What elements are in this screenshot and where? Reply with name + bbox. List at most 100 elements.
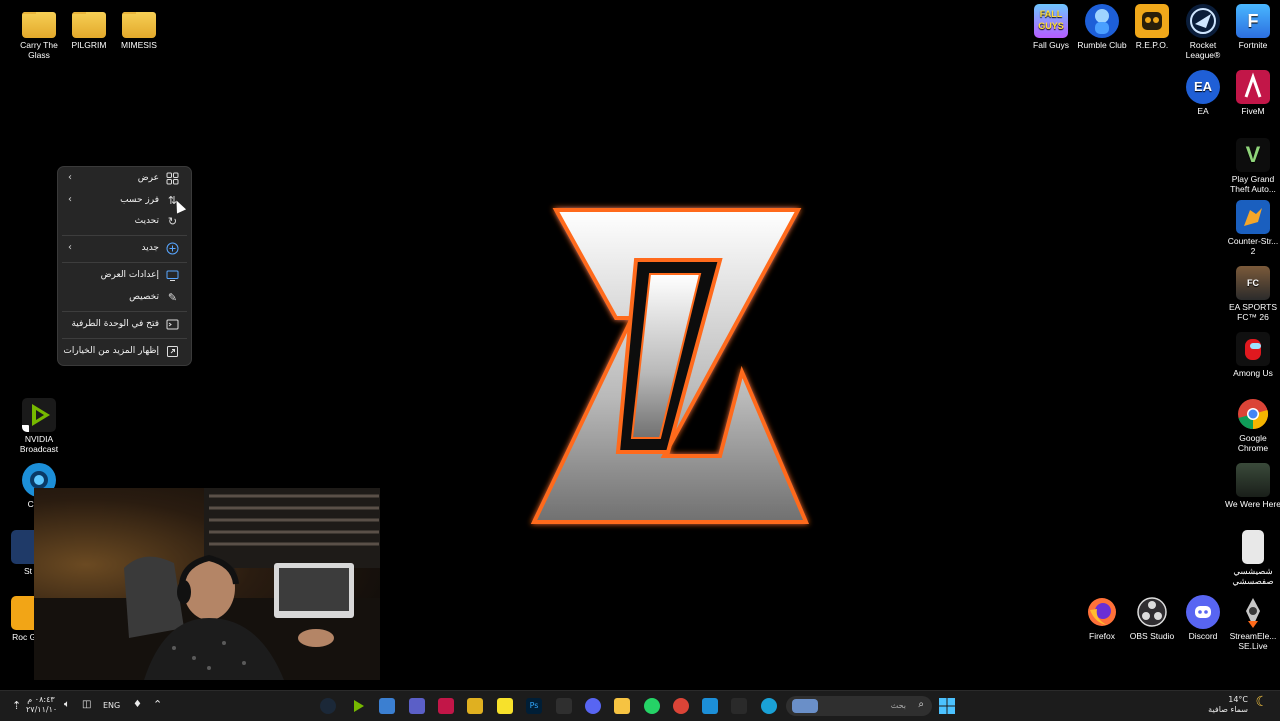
taskbar-search[interactable]: بحث ⌕ <box>786 696 932 716</box>
desktop-icon-carry-the-glass[interactable]: Carry The Glass <box>11 6 67 60</box>
display-icon <box>166 269 179 282</box>
photoshop-icon[interactable]: Ps <box>526 698 542 714</box>
desktop-icon-fivem[interactable]: FiveM <box>1225 70 1280 116</box>
desktop-icon-label: R.E.P.O. <box>1135 40 1169 50</box>
desktop-icon-discord[interactable]: Discord <box>1175 595 1231 641</box>
menu-separator <box>62 262 187 263</box>
gta-icon: V <box>1236 138 1270 172</box>
desktop-icon-label: EA SPORTS FC™ 26 <box>1228 302 1278 322</box>
app-icon[interactable] <box>467 698 483 714</box>
sticky-notes-icon[interactable] <box>497 698 513 714</box>
desktop-icon-firefox[interactable]: Firefox <box>1074 595 1130 641</box>
desktop-icon-fortnite[interactable]: F Fortnite <box>1225 4 1280 50</box>
grid-icon <box>166 172 179 185</box>
desktop-context-menu: ‹ عرض ‹ فرز حسب ⇅ تحديث ↻ ‹ جديد إعدادات… <box>57 166 192 366</box>
desktop-icon-label: Fortnite <box>1238 40 1268 50</box>
network-icon[interactable]: ⇡ <box>12 699 21 712</box>
epic-games-icon[interactable] <box>731 698 747 714</box>
teams-icon[interactable] <box>409 698 425 714</box>
microphone-icon[interactable]: ♦ <box>133 699 142 710</box>
search-icon: ⌕ <box>918 699 924 710</box>
desktop-icon-label: EA <box>1197 106 1209 116</box>
desktop-icon-label: PILGRIM <box>71 40 107 50</box>
steam-icon[interactable] <box>320 698 336 714</box>
menu-item-sort-by[interactable]: ‹ فرز حسب ⇅ <box>62 191 187 211</box>
weather-temp: 14°C <box>1228 695 1248 704</box>
desktop-icon-label: Play Grand Theft Auto... <box>1230 174 1276 194</box>
desktop-icon-repo[interactable]: R.E.P.O. <box>1124 4 1180 50</box>
start-button-icon[interactable] <box>939 698 955 714</box>
desktop-icon-label: MIMESIS <box>121 40 157 50</box>
desktop-icon-google-chrome[interactable]: Google Chrome <box>1225 397 1280 453</box>
desktop-icon-label: Discord <box>1188 631 1218 641</box>
ea-sports-fc-icon: FC <box>1236 266 1270 300</box>
desktop-icon-rocket-league[interactable]: Rocket League® <box>1175 4 1231 60</box>
menu-item-label: جديد <box>141 243 159 253</box>
menu-item-new[interactable]: ‹ جديد <box>62 239 187 259</box>
discord-icon <box>1186 595 1220 629</box>
chrome-icon <box>1236 397 1270 431</box>
desktop-icon-label: Carry The Glass <box>20 40 58 60</box>
desktop-icon-rumble-club[interactable]: Rumble Club <box>1074 4 1130 50</box>
desktop-icon-ea-sports-fc[interactable]: FC EA SPORTS FC™ 26 <box>1225 266 1280 322</box>
desktop-icon-label: Rumble Club <box>1077 40 1127 50</box>
menu-item-display-settings[interactable]: إعدادات العرض <box>62 266 187 286</box>
folder-icon <box>72 12 106 38</box>
repo-icon <box>1135 4 1169 38</box>
desktop-icon-nvidia-broadcast[interactable]: NVIDIA Broadcast <box>11 398 67 454</box>
taskbar: ⇡ ٠٨:٤٣ م ٢٧/١١/١٠ 🔈︎ ◫ ENG ♦ ⌃ Ps بحث ⌕… <box>0 690 1280 721</box>
more-options-icon <box>166 345 179 358</box>
menu-item-label: تخصيص <box>129 292 159 302</box>
fivem-icon <box>1236 70 1270 104</box>
chrome-icon[interactable] <box>673 698 689 714</box>
wifi-icon[interactable]: ◫ <box>82 699 91 710</box>
file-explorer-icon[interactable] <box>614 698 630 714</box>
nvidia-broadcast-icon[interactable] <box>350 698 366 714</box>
menu-item-refresh[interactable]: تحديث ↻ <box>62 212 187 232</box>
desktop-icon-gta[interactable]: V Play Grand Theft Auto... <box>1225 138 1280 194</box>
folder-icon <box>122 12 156 38</box>
mouse-app-icon[interactable] <box>556 698 572 714</box>
refresh-icon: ↻ <box>167 215 178 228</box>
menu-item-label: عرض <box>137 173 159 183</box>
desktop-icon-pilgrim[interactable]: PILGRIM <box>61 6 117 50</box>
desktop-icon-file[interactable]: شصيشسي صفصسشي <box>1225 530 1280 586</box>
language-indicator[interactable]: ENG <box>103 701 120 710</box>
clock[interactable]: ٠٨:٤٣ م ٢٧/١١/١٠ <box>26 695 57 715</box>
desktop-icon-fall-guys[interactable]: FALL GUYS Fall Guys <box>1023 4 1079 50</box>
app-icon[interactable] <box>379 698 395 714</box>
pen-icon: ✎ <box>167 291 178 304</box>
desktop-icon-mimesis[interactable]: MIMESIS <box>111 6 167 50</box>
counter-strike-icon <box>1236 200 1270 234</box>
menu-item-label: إعدادات العرض <box>100 270 159 280</box>
desktop-icon-counter-strike[interactable]: Counter-Str... 2 <box>1225 200 1280 256</box>
discord-icon[interactable] <box>585 698 601 714</box>
streamelements-icon <box>1236 595 1270 629</box>
fivem-icon[interactable] <box>438 698 454 714</box>
menu-separator <box>62 311 187 312</box>
desktop-icon-label: NVIDIA Broadcast <box>19 434 59 454</box>
desktop-icon-label: Firefox <box>1089 631 1115 641</box>
menu-item-label: إظهار المزيد من الخيارات <box>63 346 159 356</box>
menu-item-open-terminal[interactable]: فتح في الوحدة الطرفية <box>62 315 187 335</box>
rocket-league-icon <box>1186 4 1220 38</box>
desktop-icon-ea[interactable]: EA EA <box>1175 70 1231 116</box>
desktop-icon-streamelements[interactable]: StreamEle... SE.Live <box>1225 595 1280 651</box>
desktop-icon-we-were-here[interactable]: We Were Here <box>1225 463 1280 509</box>
menu-item-view[interactable]: ‹ عرض <box>62 169 187 189</box>
folder-icon <box>22 12 56 38</box>
volume-icon[interactable]: 🔈︎ <box>64 699 70 710</box>
search-highlight-icon <box>792 699 818 713</box>
weather-desc: سماء صافية <box>1208 705 1248 714</box>
desktop-icon-obs-studio[interactable]: OBS Studio <box>1124 595 1180 641</box>
chevron-up-icon[interactable]: ⌃ <box>153 698 162 711</box>
app-icon[interactable] <box>702 698 718 714</box>
menu-item-show-more-options[interactable]: إظهار المزيد من الخيارات <box>62 342 187 362</box>
edge-icon[interactable] <box>761 698 777 714</box>
menu-item-personalize[interactable]: تخصيص ✎ <box>62 288 187 308</box>
plus-circle-icon <box>166 242 179 255</box>
whatsapp-icon[interactable] <box>644 698 660 714</box>
desktop-icon-label: شصيشسي صفصسشي <box>1232 566 1274 586</box>
desktop-icon-label: StreamEle... SE.Live <box>1229 631 1277 651</box>
desktop-icon-among-us[interactable]: Among Us <box>1225 332 1280 378</box>
